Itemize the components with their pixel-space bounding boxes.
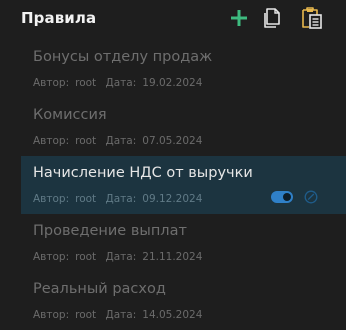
date-value: 09.12.2024 bbox=[142, 193, 203, 205]
paste-icon bbox=[302, 7, 322, 29]
author-value: root bbox=[75, 309, 97, 321]
rules-panel: Правила Бонусы отделу продаж Автор: root… bbox=[0, 0, 346, 330]
author-value: root bbox=[75, 135, 97, 147]
rule-meta: Автор: root Дата: 09.12.2024 bbox=[33, 193, 208, 205]
rule-item-commission[interactable]: Комиссия Автор: root Дата: 07.05.2024 bbox=[21, 98, 346, 156]
rule-name: Реальный расход bbox=[33, 281, 166, 297]
date-label: Дата: bbox=[105, 135, 137, 147]
rule-meta: Автор: root Дата: 07.05.2024 bbox=[33, 135, 208, 147]
plus-icon bbox=[231, 10, 247, 26]
rule-name: Комиссия bbox=[33, 107, 107, 123]
panel-title: Правила bbox=[21, 9, 97, 27]
rule-name: Бонусы отделу продаж bbox=[33, 49, 213, 65]
rule-name: Проведение выплат bbox=[33, 223, 187, 239]
date-label: Дата: bbox=[105, 309, 137, 321]
date-label: Дата: bbox=[105, 251, 137, 263]
author-label: Автор: bbox=[33, 193, 70, 205]
rule-enabled-toggle[interactable] bbox=[271, 191, 293, 203]
copy-rule-button[interactable] bbox=[261, 6, 285, 30]
author-value: root bbox=[75, 251, 97, 263]
check-circle-icon[interactable] bbox=[304, 190, 318, 204]
date-value: 21.11.2024 bbox=[142, 251, 203, 263]
rule-name: Начисление НДС от выручки bbox=[33, 165, 253, 181]
author-value: root bbox=[75, 193, 97, 205]
rule-meta: Автор: root Дата: 21.11.2024 bbox=[33, 251, 208, 263]
rule-item-bonuses[interactable]: Бонусы отделу продаж Автор: root Дата: 19.… bbox=[21, 40, 346, 98]
author-label: Автор: bbox=[33, 77, 70, 89]
date-label: Дата: bbox=[105, 77, 137, 89]
author-label: Автор: bbox=[33, 251, 70, 263]
rule-item-payouts[interactable]: Проведение выплат Автор: root Дата: 21.11.… bbox=[21, 214, 346, 272]
rule-meta: Автор: root Дата: 19.02.2024 bbox=[33, 77, 208, 89]
date-value: 07.05.2024 bbox=[142, 135, 203, 147]
date-label: Дата: bbox=[105, 193, 137, 205]
toggle-knob bbox=[283, 193, 291, 201]
rule-item-real-expense[interactable]: Реальный расход Автор: root Дата: 14.05.20… bbox=[21, 272, 346, 330]
paste-rule-button[interactable] bbox=[300, 6, 324, 30]
add-rule-button[interactable] bbox=[227, 6, 251, 30]
date-value: 14.05.2024 bbox=[142, 309, 203, 321]
rule-item-vat[interactable]: Начисление НДС от выручки Автор: root Дат… bbox=[21, 156, 346, 214]
author-value: root bbox=[75, 77, 97, 89]
rule-meta: Автор: root Дата: 14.05.2024 bbox=[33, 309, 208, 321]
date-value: 19.02.2024 bbox=[142, 77, 203, 89]
author-label: Автор: bbox=[33, 309, 70, 321]
copy-icon bbox=[264, 8, 280, 28]
author-label: Автор: bbox=[33, 135, 70, 147]
panel-header: Правила bbox=[0, 0, 346, 38]
